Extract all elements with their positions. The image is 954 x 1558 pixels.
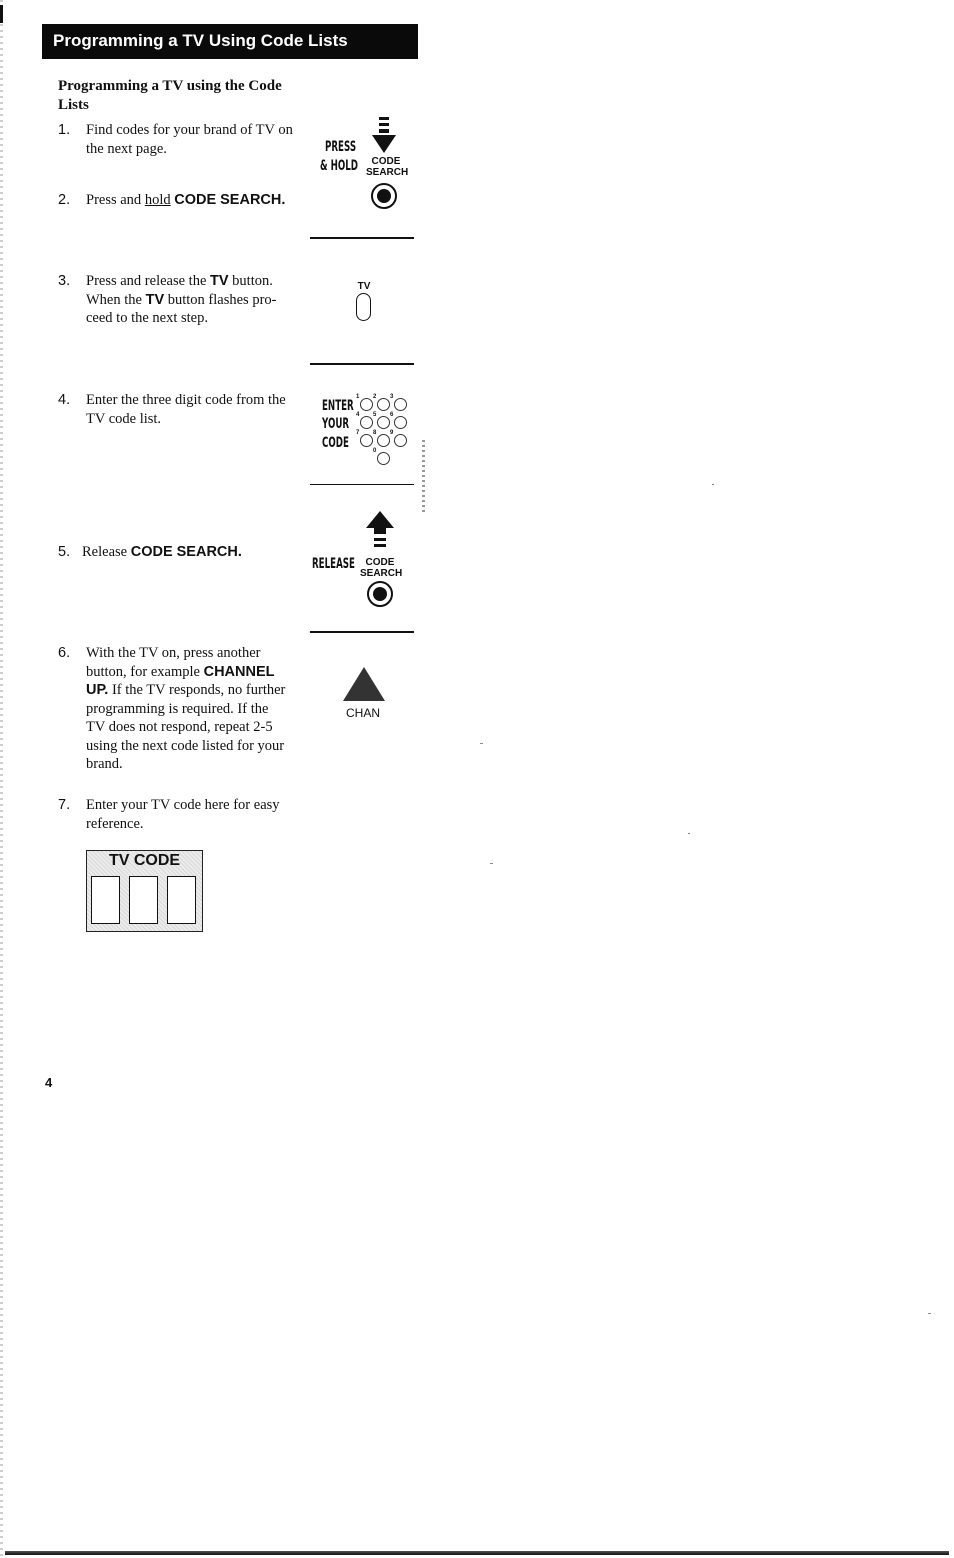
section-title: Programming a TV Using Code Lists <box>53 31 348 50</box>
divider <box>310 363 414 365</box>
press-label: PRESS <box>325 139 357 155</box>
step-text: With the TV on, press another button, fo… <box>86 645 286 772</box>
step-text-bold: CODE SEARCH. <box>174 192 286 208</box>
tv-code-digit-2[interactable] <box>129 876 158 924</box>
keypad-key-label: 2 <box>373 394 377 400</box>
section-header-bar: Programming a TV Using Code Lists <box>42 24 418 59</box>
scan-speck <box>490 863 493 864</box>
step-number: 4. <box>58 392 71 408</box>
step-text: Enter your TV code here for easy referen… <box>86 797 280 832</box>
scan-speck <box>688 833 690 834</box>
keypad-key-label: 9 <box>390 430 394 436</box>
keypad-key-label: 3 <box>390 394 394 400</box>
step-number: 7. <box>58 797 71 813</box>
step-text: Release CODE SEARCH. <box>82 544 242 560</box>
keypad-key-0 <box>377 452 390 465</box>
scan-speck <box>480 743 483 744</box>
code-search-button-icon <box>371 183 397 209</box>
keypad-key-label: 4 <box>356 412 360 418</box>
code-search-button-icon <box>367 581 393 607</box>
keypad-key-3 <box>394 398 407 411</box>
chan-label: CHAN <box>346 706 381 720</box>
step-number: 5. <box>58 544 71 560</box>
step-text: Enter the three digit code from the TV c… <box>86 392 286 427</box>
keypad-key-label: 1 <box>356 394 360 400</box>
step-text: Find codes for your brand of TV on the n… <box>86 122 293 157</box>
keypad-key-label: 6 <box>390 412 394 418</box>
step-text: Press and release the TV button. When th… <box>86 273 277 326</box>
page-number: 4 <box>45 1075 53 1090</box>
step-text-plain: Press and <box>86 192 145 208</box>
keypad-key-8 <box>377 434 390 447</box>
scan-artifact <box>422 440 425 515</box>
step-number: 1. <box>58 122 71 138</box>
divider <box>310 484 414 485</box>
tv-label: TV <box>357 281 371 292</box>
triangle-up-icon <box>343 667 385 701</box>
keypad-key-1 <box>360 398 373 411</box>
tv-code-digit-3[interactable] <box>167 876 196 924</box>
tv-code-box: TV CODE <box>86 850 203 932</box>
step-number: 3. <box>58 273 71 289</box>
keypad-key-label: 8 <box>373 430 377 436</box>
keypad-key-label: 5 <box>373 412 377 418</box>
keypad-key-5 <box>377 416 390 429</box>
keypad-key-9 <box>394 434 407 447</box>
keypad-key-2 <box>377 398 390 411</box>
page-edge-mark <box>0 5 3 23</box>
keypad-key-6 <box>394 416 407 429</box>
code-label: CODE <box>322 435 349 451</box>
step-text: Press and hold CODE SEARCH. <box>86 191 326 210</box>
step-number: 2. <box>58 192 71 208</box>
tv-code-digit-1[interactable] <box>91 876 120 924</box>
keypad-key-7 <box>360 434 373 447</box>
subsection-heading: Programming a TV using the Code Lists <box>58 78 282 113</box>
keypad-key-label: 7 <box>356 430 360 436</box>
step-number: 6. <box>58 645 71 661</box>
arrow-down-icon <box>372 117 396 153</box>
scan-speck <box>712 484 714 485</box>
tv-button-icon <box>356 293 371 321</box>
divider <box>310 237 414 239</box>
page-left-edge <box>0 0 3 1558</box>
keypad-key-4 <box>360 416 373 429</box>
divider <box>310 631 414 633</box>
code-search-label: CODE SEARCH <box>366 156 409 178</box>
code-search-label: CODE SEARCH <box>360 557 403 579</box>
keypad-key-label: 0 <box>373 448 377 454</box>
scan-speck <box>928 1313 931 1314</box>
page-bottom-rule <box>5 1551 949 1555</box>
arrow-up-icon <box>366 511 394 547</box>
tv-code-title: TV CODE <box>108 852 181 869</box>
step-text-underlined: hold <box>144 192 171 208</box>
